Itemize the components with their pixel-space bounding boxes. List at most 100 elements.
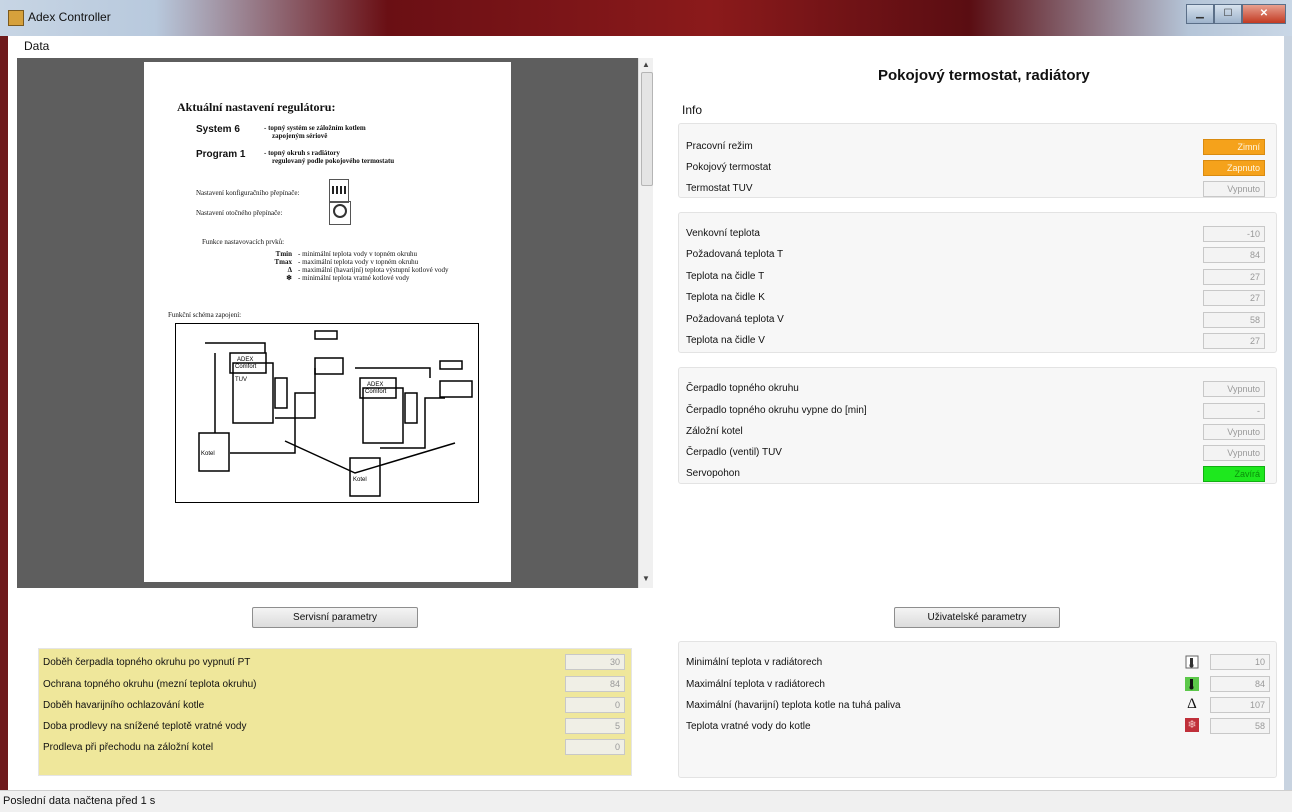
thermometer-min-icon — [1185, 655, 1199, 669]
doc-rotary-switch: Nastavení otočného přepínače: — [196, 209, 283, 217]
svg-text:Kotel: Kotel — [201, 451, 215, 457]
service-param-label: Doběh čerpadla topného okruhu po vypnutí… — [43, 657, 251, 668]
service-params-button[interactable]: Servisní parametry — [252, 607, 418, 628]
heating-pump-label: Čerpadlo topného okruhu — [686, 383, 799, 394]
window-frame-left — [0, 36, 8, 811]
service-param-value[interactable]: 5 — [565, 718, 625, 734]
room-thermostat-value: Zapnuto — [1203, 160, 1265, 176]
scroll-thumb[interactable] — [641, 72, 653, 186]
tuv-thermostat-value: Vypnuto — [1203, 181, 1265, 197]
mode-value: Zimní — [1203, 139, 1265, 155]
sensor-v-value: 27 — [1203, 333, 1265, 349]
required-temp-v-label: Požadovaná teplota V — [686, 314, 784, 325]
mode-group — [678, 123, 1277, 198]
doc-heading: Aktuální nastavení regulátoru: — [177, 100, 336, 114]
minimize-button[interactable]: ▁ — [1186, 4, 1214, 24]
tuv-thermostat-label: Termostat TUV — [686, 183, 753, 194]
status-text: Poslední data načtena před 1 s — [3, 795, 156, 807]
scroll-down-icon[interactable]: ▼ — [642, 574, 650, 583]
doc-schema-title: Funkční schéma zapojení: — [168, 311, 242, 319]
doc-function-list: Tmin - minimální teplota vody v topném ok… — [274, 250, 449, 282]
doc-function-item: Δ- maximální (havarijní) teplota výstupn… — [287, 266, 449, 274]
pump-off-timer-label: Čerpadlo topného okruhu vypne do [min] — [686, 405, 867, 416]
svg-text:Kotel: Kotel — [353, 477, 367, 483]
doc-functions-title: Funkce nastavovacích prvků: — [202, 238, 285, 246]
sensor-k-value: 27 — [1203, 290, 1265, 306]
user-param-value[interactable]: 10 — [1210, 654, 1270, 670]
doc-config-switch: Nastavení konfiguračního přepínače: — [196, 189, 300, 197]
mode-label: Pracovní režim — [686, 141, 753, 152]
document-scrollbar[interactable]: ▲ ▼ — [638, 58, 653, 588]
outdoor-temp-value: -10 — [1203, 226, 1265, 242]
user-param-label: Teplota vratné vody do kotle — [686, 721, 811, 732]
scroll-up-icon[interactable]: ▲ — [642, 60, 650, 69]
page-title: Pokojový termostat, radiátory — [878, 67, 1090, 84]
info-label: Info — [682, 103, 703, 117]
svg-text:ADEX: ADEX — [237, 357, 253, 363]
doc-program-label: Program 1 — [196, 149, 246, 160]
delta-icon: Δ — [1187, 696, 1197, 712]
svg-text:Comfort: Comfort — [365, 389, 387, 395]
doc-system-desc-2: zapojeným sériově — [272, 132, 328, 140]
wiring-diagram: ADEX Comfort TUV Kotel ADEX Comfort Kote… — [175, 323, 479, 503]
service-param-value[interactable]: 84 — [565, 676, 625, 692]
user-param-label: Maximální teplota v radiátorech — [686, 679, 825, 690]
required-temp-t-label: Požadovaná teplota T — [686, 249, 784, 260]
dip-switch-icon — [329, 179, 349, 203]
heating-pump-value: Vypnuto — [1203, 381, 1265, 397]
servo-value: Zavírá — [1203, 466, 1265, 482]
document-page: Aktuální nastavení regulátoru: System 6 … — [144, 62, 511, 582]
title-bar[interactable]: Adex Controller ▁ ☐ ✕ — [0, 0, 1292, 36]
user-param-label: Minimální teplota v radiátorech — [686, 657, 823, 668]
backup-boiler-value: Vypnuto — [1203, 424, 1265, 440]
doc-system-label: System 6 — [196, 124, 240, 135]
service-param-value[interactable]: 30 — [565, 654, 625, 670]
servo-label: Servopohon — [686, 468, 740, 479]
backup-boiler-label: Záložní kotel — [686, 426, 743, 437]
menu-bar: Data — [8, 36, 1284, 56]
required-temp-t-value: 84 — [1203, 247, 1265, 263]
sensor-t-value: 27 — [1203, 269, 1265, 285]
window-frame-right — [1284, 36, 1292, 811]
snowflake-icon: ❄ — [1185, 718, 1199, 732]
room-thermostat-label: Pokojový termostat — [686, 162, 772, 173]
doc-function-item: Tmin - minimální teplota vody v topném ok… — [275, 250, 417, 258]
doc-program-desc-2: regulovaný podle pokojového termostatu — [272, 157, 395, 165]
service-param-value[interactable]: 0 — [565, 739, 625, 755]
service-param-label: Prodleva při přechodu na záložní kotel — [43, 742, 214, 753]
sensor-k-label: Teplota na čidle K — [686, 292, 765, 303]
svg-text:ADEX: ADEX — [367, 382, 383, 388]
user-param-value[interactable]: 58 — [1210, 718, 1270, 734]
window-title: Adex Controller — [28, 10, 111, 24]
outdoor-temp-label: Venkovní teplota — [686, 228, 760, 239]
menu-data[interactable]: Data — [24, 39, 49, 53]
temperatures-group — [678, 212, 1277, 353]
service-param-label: Doba prodlevy na snížené teplotě vratné … — [43, 721, 247, 732]
service-param-label: Ochrana topného okruhu (mezní teplota ok… — [43, 679, 257, 690]
window-controls: ▁ ☐ ✕ — [1186, 4, 1286, 24]
pump-off-timer-value: - — [1203, 403, 1265, 419]
doc-function-item: Tmax - maximální teplota vody v topném ok… — [274, 258, 419, 266]
app-icon — [8, 10, 24, 26]
tuv-pump-value: Vypnuto — [1203, 445, 1265, 461]
svg-text:Comfort: Comfort — [235, 364, 257, 370]
user-params-button[interactable]: Uživatelské parametry — [894, 607, 1060, 628]
sensor-v-label: Teplota na čidle V — [686, 335, 765, 346]
user-param-label: Maximální (havarijní) teplota kotle na t… — [686, 700, 901, 711]
doc-function-item: ❄ - minimální teplota vratné kotlové vody — [286, 274, 410, 282]
required-temp-v-value: 58 — [1203, 312, 1265, 328]
tuv-pump-label: Čerpadlo (ventil) TUV — [686, 447, 782, 458]
doc-system-desc-1: - topný systém se záložním kotlem — [264, 124, 366, 132]
thermometer-max-icon — [1185, 677, 1199, 691]
sensor-t-label: Teplota na čidle T — [686, 271, 765, 282]
doc-program-desc-1: - topný okruh s radiátory — [264, 149, 340, 157]
user-param-value[interactable]: 107 — [1210, 697, 1270, 713]
user-param-value[interactable]: 84 — [1210, 676, 1270, 692]
svg-text:TUV: TUV — [235, 377, 247, 383]
maximize-button[interactable]: ☐ — [1214, 4, 1242, 24]
status-bar: Poslední data načtena před 1 s — [0, 790, 1292, 812]
service-param-label: Doběh havarijního ochlazování kotle — [43, 700, 205, 711]
rotary-switch-icon — [329, 201, 351, 225]
close-button[interactable]: ✕ — [1242, 4, 1286, 24]
service-param-value[interactable]: 0 — [565, 697, 625, 713]
